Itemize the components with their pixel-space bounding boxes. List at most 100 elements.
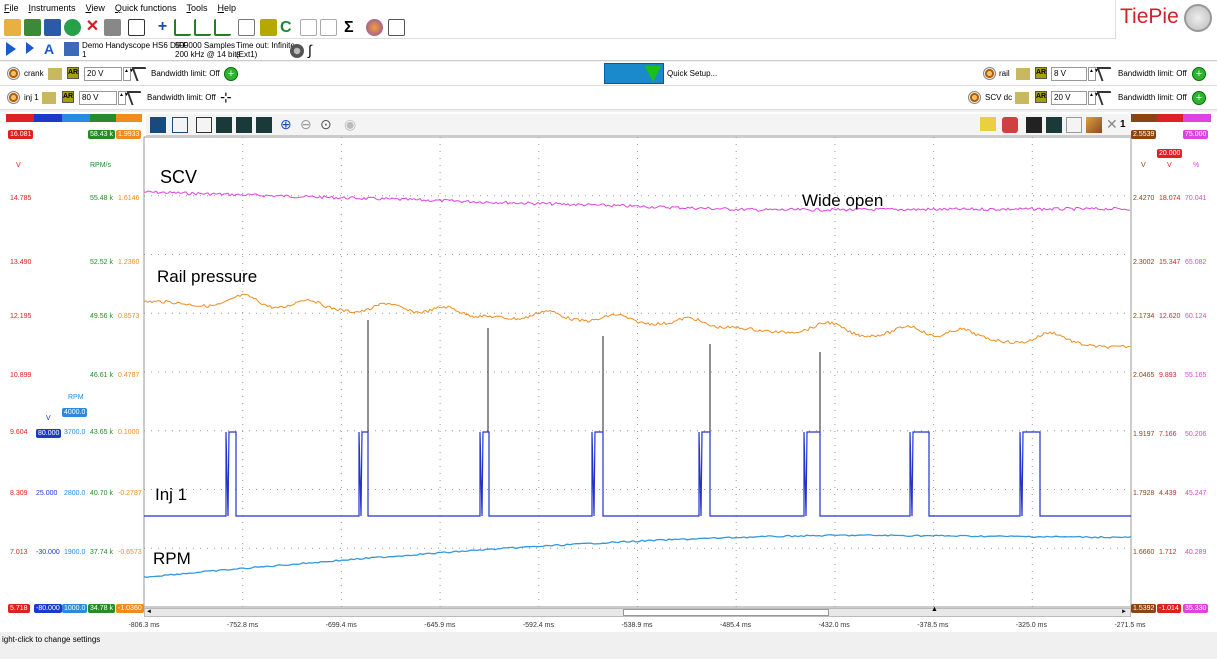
menu-tools[interactable]: Tools [186,3,207,13]
range-stepper-inj1[interactable]: ▲▼ [118,91,129,105]
left-unit-c4: RPM/s [90,162,111,169]
gear-icon[interactable] [290,44,304,58]
channel-rail-icon[interactable] [983,67,996,80]
horizontal-scrollbar[interactable]: ◄ ► ▲ [144,606,1131,617]
right-scale-bottom-c2[interactable]: -1.014 [1157,604,1181,613]
sample-rate-label[interactable]: 200 kHz @ 14 bits [175,50,240,59]
settings-panel-icon[interactable] [388,19,405,36]
left-scale-c2-row-4[interactable]: 80.000 [36,429,62,438]
left-scale-bottom-c1[interactable]: 5.718 [8,604,30,613]
yt-scope-icon[interactable] [174,19,191,36]
left-rpm-value[interactable]: 4000.0 [62,408,88,417]
coupling-icon[interactable] [42,92,56,104]
left-scale-c5-row-6: -0.6573 [118,549,142,556]
instrument-icon[interactable] [64,42,79,56]
window-icon[interactable] [128,19,145,36]
left-scale-bottom-c2[interactable]: -80.000 [34,604,62,613]
meter-icon[interactable] [238,19,255,36]
print-icon[interactable] [104,19,121,36]
channel-row-scvdc: SCV dc AR 20 V ▲▼ Bandwidth limit: Off + [960,86,1217,110]
run-icon[interactable] [6,42,16,56]
scrollbar-thumb[interactable] [623,609,829,616]
fft-scope-icon[interactable] [214,19,231,36]
range-stepper-crank[interactable]: ▲▼ [123,67,134,81]
new-icon[interactable] [24,19,41,36]
auto-range-inj1[interactable]: AR [62,91,74,103]
right-scale-c3-row-2: 60.124 [1185,313,1207,320]
scroll-right-icon[interactable]: ► [1121,609,1127,615]
auto-range-crank[interactable]: AR [67,67,79,79]
right-scale-bottom-c1[interactable]: 1.5392 [1131,604,1157,613]
trigger-source-label[interactable]: (Ext1) [236,50,257,59]
range-select-crank[interactable]: 20 V [84,67,122,81]
left-scale-c4-row-0: 55.48 k [90,195,113,202]
i2c-icon[interactable] [300,19,317,36]
quick-setup-label[interactable]: Quick Setup... [667,69,717,78]
bandwidth-crank[interactable]: Bandwidth limit: Off [151,69,220,78]
left-scale-bottom-c5[interactable]: -1.0360 [116,604,144,613]
right-scale-c2-row-4: 7.166 [1159,431,1177,438]
menu-help[interactable]: Help [217,3,236,13]
probe-icon[interactable]: ⊹ [220,89,232,106]
menu-instruments[interactable]: Instruments [29,3,76,13]
sum-icon[interactable]: Σ [344,19,361,36]
channel-rail-label: rail [999,69,1010,78]
right-unit-c2: V [1167,162,1172,169]
bandwidth-rail[interactable]: Bandwidth limit: Off [1118,69,1187,78]
menu-view[interactable]: View [86,3,105,13]
open-folder-icon[interactable] [4,19,21,36]
left-scale-bottom-c3[interactable]: 1000.0 [62,604,88,613]
right-scale-bottom-c3[interactable]: 35.330 [1183,604,1209,613]
channel-inj1-icon[interactable] [7,91,20,104]
left-scale-c5-row-3: 0.4787 [118,372,140,379]
coupling-icon[interactable] [48,68,62,80]
single-run-icon[interactable] [26,42,34,54]
left-scale-top-c4[interactable]: 58.43 k [88,130,115,139]
x-tick-label: -806.3 ms [128,622,160,629]
range-stepper-scvdc[interactable]: ▲▼ [1088,91,1099,105]
delete-icon[interactable]: ✕ [84,19,101,36]
channel-crank-icon[interactable] [7,67,20,80]
refresh-icon[interactable] [64,19,81,36]
menu-file[interactable]: File [4,3,19,13]
auto-setup-icon[interactable]: A [44,41,54,57]
quick-setup-icon[interactable] [604,63,664,84]
i2-icon[interactable] [260,19,277,36]
trigger-position-icon[interactable]: ▲ [931,606,938,613]
right-scale-c2-top[interactable]: 20.000 [1157,149,1183,158]
left-scale-top-c1[interactable]: 16.081 [8,130,34,139]
bandwidth-inj1[interactable]: Bandwidth limit: Off [147,93,216,102]
range-select-rail[interactable]: 8 V [1051,67,1087,81]
add-icon[interactable]: + [154,19,171,36]
channel-rail-enable-icon[interactable]: + [1192,67,1206,81]
bus-icon[interactable] [320,19,337,36]
menu-quick-functions[interactable]: Quick functions [115,3,177,13]
range-select-scvdc[interactable]: 20 V [1051,91,1087,105]
timeout-label[interactable]: Time out: Infinite [236,41,295,50]
scroll-left-icon[interactable]: ◄ [146,609,152,615]
color-icon[interactable] [366,19,383,36]
c-icon[interactable]: C [280,19,297,36]
channel-scvdc-icon[interactable] [968,91,981,104]
right-scale-top-c1[interactable]: 2.5539 [1131,130,1157,139]
xy-scope-icon[interactable] [194,19,211,36]
coupling-icon[interactable] [1015,92,1029,104]
auto-range-rail[interactable]: AR [1035,67,1047,79]
range-select-inj1[interactable]: 80 V [79,91,117,105]
channel-scvdc-enable-icon[interactable]: + [1192,91,1206,105]
channel-crank-enable-icon[interactable]: + [224,67,238,81]
menu-bar: File Instruments View Quick functions To… [0,0,1115,16]
logo-text: TiePie [1120,5,1179,28]
samples-label[interactable]: 500000 Samples [175,41,235,50]
range-stepper-rail[interactable]: ▲▼ [1088,67,1099,81]
left-scale-c1-row-4: 9.604 [10,429,28,436]
trigger-edge-icon[interactable]: ∫ [308,42,312,58]
right-scale-c1-row-3: 2.0465 [1133,372,1155,379]
save-icon[interactable] [44,19,61,36]
right-scale-top-c3[interactable]: 75.000 [1183,130,1209,139]
coupling-icon[interactable] [1016,68,1030,80]
left-scale-bottom-c4[interactable]: 34.78 k [88,604,115,613]
left-scale-top-c5[interactable]: 1.9933 [116,130,142,139]
bandwidth-scvdc[interactable]: Bandwidth limit: Off [1118,93,1187,102]
auto-range-scvdc[interactable]: AR [1035,91,1047,103]
